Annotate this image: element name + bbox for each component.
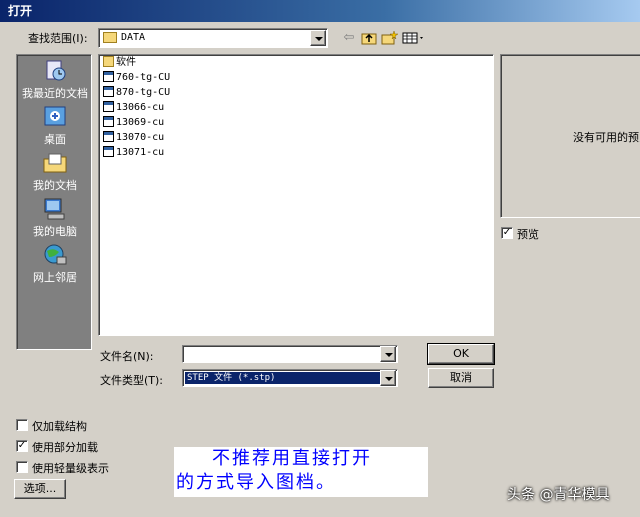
filetype-combo[interactable]: STEP 文件 (*.stp) (182, 369, 398, 387)
annotation-line-1: 不推荐用直接打开 (212, 448, 372, 469)
filename-combo[interactable] (182, 345, 398, 363)
checkbox-partial-load[interactable]: ✓ (16, 440, 28, 452)
list-item[interactable]: 870-tg-CU (103, 85, 170, 100)
filename-dropdown-button[interactable] (380, 346, 396, 362)
options-button[interactable]: 选项... (14, 479, 66, 499)
look-in-value: DATA (121, 32, 146, 43)
file-list[interactable]: 软件 760-tg-CU 870-tg-CU 13066-cu 13069-cu… (98, 54, 494, 336)
place-label: 我的文档 (33, 179, 77, 192)
annotation-line-2: 的方式导入图档。 (176, 472, 336, 493)
my-computer-icon (41, 197, 69, 221)
place-desktop[interactable]: 桌面 (17, 105, 93, 151)
look-in-dropdown-button[interactable] (310, 30, 326, 46)
recent-documents-icon (41, 59, 69, 83)
filetype-dropdown-button[interactable] (380, 370, 396, 386)
folder-icon (103, 32, 117, 43)
preview-pane: 没有可用的预览 (500, 54, 640, 218)
annotation-box: 不推荐用直接打开 的方式导入图档。 (174, 447, 428, 497)
option-label: 使用部分加载 (32, 441, 98, 454)
checkbox-lightweight[interactable] (16, 461, 28, 473)
chevron-down-icon (385, 377, 393, 381)
places-bar: 我最近的文档 桌面 我的文档 我的电脑 网上邻居 (16, 54, 92, 350)
folder-icon (103, 56, 114, 67)
list-item[interactable]: 软件 (103, 55, 136, 70)
list-item[interactable]: 13070-cu (103, 130, 164, 145)
file-icon (103, 116, 114, 127)
back-arrow-icon[interactable]: ⇦ (340, 30, 358, 46)
place-my-documents[interactable]: 我的文档 (17, 151, 93, 197)
place-label: 桌面 (44, 133, 66, 146)
file-icon (103, 131, 114, 142)
list-item[interactable]: 13069-cu (103, 115, 164, 130)
checkbox-load-structure[interactable] (16, 419, 28, 431)
new-folder-icon[interactable] (380, 30, 399, 46)
preview-checkbox[interactable]: ✓ (501, 227, 513, 239)
place-my-computer[interactable]: 我的电脑 (17, 197, 93, 243)
place-label: 我最近的文档 (22, 87, 88, 100)
place-network[interactable]: 网上邻居 (17, 243, 93, 289)
list-item[interactable]: 13071-cu (103, 145, 164, 160)
file-icon (103, 71, 114, 82)
view-menu-icon[interactable] (402, 30, 426, 46)
network-places-icon (41, 243, 69, 267)
window-title: 打开 (8, 4, 33, 18)
filetype-value: STEP 文件 (*.stp) (185, 372, 381, 384)
place-recent-documents[interactable]: 我最近的文档 (17, 59, 93, 105)
watermark: 头条 @青华模具 (507, 487, 610, 503)
my-documents-icon (41, 151, 69, 175)
chevron-down-icon (385, 353, 393, 357)
list-item[interactable]: 760-tg-CU (103, 70, 170, 85)
place-label: 网上邻居 (33, 271, 77, 284)
look-in-label: 查找范围(I): (28, 32, 88, 45)
preview-checkbox-label: 预览 (517, 228, 539, 241)
up-folder-icon[interactable] (360, 30, 378, 46)
list-item[interactable]: 13066-cu (103, 100, 164, 115)
file-icon (103, 146, 114, 157)
option-label: 仅加载结构 (32, 420, 87, 433)
chevron-down-icon (315, 37, 323, 41)
cancel-button[interactable]: 取消 (428, 368, 494, 388)
option-label: 使用轻量级表示 (32, 462, 109, 475)
desktop-icon (41, 105, 69, 129)
title-bar[interactable]: 打开 (0, 0, 640, 22)
place-label: 我的电脑 (33, 225, 77, 238)
file-icon (103, 86, 114, 97)
filename-label: 文件名(N): (100, 350, 154, 363)
no-preview-message: 没有可用的预览 (573, 131, 640, 144)
file-icon (103, 101, 114, 112)
ok-button[interactable]: OK (427, 343, 495, 365)
filetype-label: 文件类型(T): (100, 374, 164, 387)
look-in-combo[interactable]: DATA (98, 28, 328, 48)
